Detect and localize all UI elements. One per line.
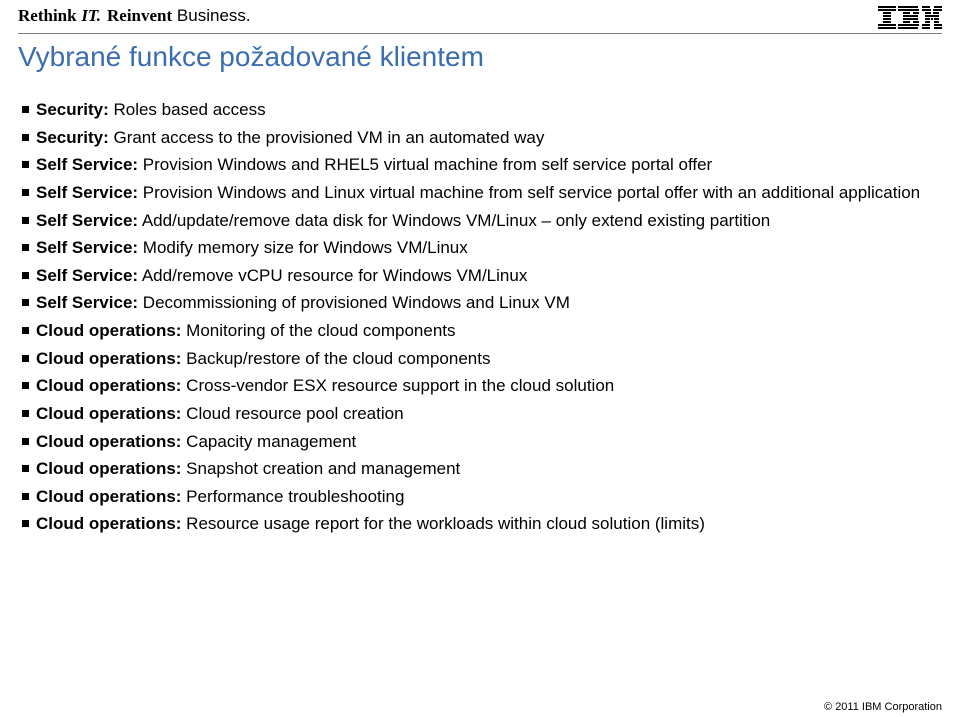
bullet-square-icon bbox=[22, 438, 29, 445]
list-item-rest: Grant access to the provisioned VM in an… bbox=[109, 128, 545, 147]
list-item-text: Cloud operations: Snapshot creation and … bbox=[36, 457, 932, 481]
list-item-lead: Self Service: bbox=[36, 293, 138, 312]
ibm-logo-icon bbox=[878, 6, 942, 30]
list-item: Self Service: Provision Windows and RHEL… bbox=[22, 153, 932, 177]
list-item-lead: Cloud operations: bbox=[36, 321, 181, 340]
list-item-rest: Modify memory size for Windows VM/Linux bbox=[138, 238, 468, 257]
list-item-lead: Cloud operations: bbox=[36, 487, 181, 506]
list-item: Self Service: Add/update/remove data dis… bbox=[22, 209, 932, 233]
list-item-lead: Self Service: bbox=[36, 211, 138, 230]
list-item-text: Security: Grant access to the provisione… bbox=[36, 126, 932, 150]
list-item-lead: Cloud operations: bbox=[36, 459, 181, 478]
list-item: Cloud operations: Monitoring of the clou… bbox=[22, 319, 932, 343]
bullet-square-icon bbox=[22, 493, 29, 500]
list-item-rest: Resource usage report for the workloads … bbox=[181, 514, 704, 533]
footer-copyright: © 2011 IBM Corporation bbox=[824, 701, 942, 713]
list-item: Security: Roles based access bbox=[22, 98, 932, 122]
list-item-text: Self Service: Decommissioning of provisi… bbox=[36, 291, 932, 315]
list-item-text: Cloud operations: Cloud resource pool cr… bbox=[36, 402, 932, 426]
list-item-text: Cloud operations: Cross-vendor ESX resou… bbox=[36, 374, 932, 398]
list-item: Cloud operations: Capacity management bbox=[22, 430, 932, 454]
list-item-lead: Self Service: bbox=[36, 155, 138, 174]
list-item-rest: Add/update/remove data disk for Windows … bbox=[138, 211, 770, 230]
list-item-lead: Cloud operations: bbox=[36, 432, 181, 451]
header-divider bbox=[18, 33, 942, 34]
list-item: Self Service: Modify memory size for Win… bbox=[22, 236, 932, 260]
list-item-text: Self Service: Provision Windows and Linu… bbox=[36, 181, 932, 205]
list-item-text: Cloud operations: Resource usage report … bbox=[36, 512, 932, 536]
bullet-square-icon bbox=[22, 189, 29, 196]
page-title: Vybrané funkce požadované klientem bbox=[18, 42, 920, 73]
list-item-text: Self Service: Modify memory size for Win… bbox=[36, 236, 932, 260]
list-item: Self Service: Add/remove vCPU resource f… bbox=[22, 264, 932, 288]
bullet-square-icon bbox=[22, 465, 29, 472]
bullet-square-icon bbox=[22, 355, 29, 362]
bullet-square-icon bbox=[22, 382, 29, 389]
bullet-square-icon bbox=[22, 161, 29, 168]
list-item-text: Self Service: Provision Windows and RHEL… bbox=[36, 153, 932, 177]
bullet-square-icon bbox=[22, 410, 29, 417]
bullet-square-icon bbox=[22, 134, 29, 141]
list-item-text: Cloud operations: Performance troublesho… bbox=[36, 485, 932, 509]
list-item-lead: Self Service: bbox=[36, 238, 138, 257]
list-item-rest: Add/remove vCPU resource for Windows VM/… bbox=[138, 266, 527, 285]
list-item-rest: Provision Windows and Linux virtual mach… bbox=[138, 183, 920, 202]
list-item-text: Cloud operations: Monitoring of the clou… bbox=[36, 319, 932, 343]
list-item: Security: Grant access to the provisione… bbox=[22, 126, 932, 150]
list-item: Cloud operations: Performance troublesho… bbox=[22, 485, 932, 509]
list-item-lead: Self Service: bbox=[36, 183, 138, 202]
list-item-lead: Self Service: bbox=[36, 266, 138, 285]
list-item-rest: Capacity management bbox=[181, 432, 356, 451]
list-item: Cloud operations: Cross-vendor ESX resou… bbox=[22, 374, 932, 398]
list-item-rest: Roles based access bbox=[109, 100, 266, 119]
list-item: Self Service: Provision Windows and Linu… bbox=[22, 181, 932, 205]
bullet-square-icon bbox=[22, 244, 29, 251]
bullet-square-icon bbox=[22, 520, 29, 527]
list-item-lead: Cloud operations: bbox=[36, 404, 181, 423]
list-item: Cloud operations: Resource usage report … bbox=[22, 512, 932, 536]
bullet-square-icon bbox=[22, 299, 29, 306]
list-item-text: Cloud operations: Backup/restore of the … bbox=[36, 347, 932, 371]
list-item-rest: Cross-vendor ESX resource support in the… bbox=[181, 376, 614, 395]
bullet-list: Security: Roles based accessSecurity: Gr… bbox=[22, 98, 932, 540]
list-item-lead: Security: bbox=[36, 100, 109, 119]
list-item-lead: Security: bbox=[36, 128, 109, 147]
list-item-rest: Snapshot creation and management bbox=[181, 459, 460, 478]
slide: Rethink IT. Reinvent Business. bbox=[0, 0, 960, 717]
list-item: Cloud operations: Backup/restore of the … bbox=[22, 347, 932, 371]
list-item-lead: Cloud operations: bbox=[36, 349, 181, 368]
list-item-rest: Cloud resource pool creation bbox=[181, 404, 403, 423]
bullet-square-icon bbox=[22, 327, 29, 334]
bullet-square-icon bbox=[22, 272, 29, 279]
list-item-text: Self Service: Add/remove vCPU resource f… bbox=[36, 264, 932, 288]
list-item-text: Security: Roles based access bbox=[36, 98, 932, 122]
list-item-rest: Monitoring of the cloud components bbox=[181, 321, 455, 340]
list-item-rest: Backup/restore of the cloud components bbox=[181, 349, 490, 368]
bullet-square-icon bbox=[22, 106, 29, 113]
list-item-rest: Performance troubleshooting bbox=[181, 487, 404, 506]
list-item-rest: Decommissioning of provisioned Windows a… bbox=[138, 293, 570, 312]
bullet-square-icon bbox=[22, 217, 29, 224]
list-item: Cloud operations: Snapshot creation and … bbox=[22, 457, 932, 481]
list-item: Self Service: Decommissioning of provisi… bbox=[22, 291, 932, 315]
tagline: Rethink IT. Reinvent Business. bbox=[18, 6, 251, 26]
list-item-lead: Cloud operations: bbox=[36, 376, 181, 395]
list-item: Cloud operations: Cloud resource pool cr… bbox=[22, 402, 932, 426]
list-item-text: Self Service: Add/update/remove data dis… bbox=[36, 209, 932, 233]
tagline-part1: Rethink IT. bbox=[18, 6, 101, 26]
list-item-lead: Cloud operations: bbox=[36, 514, 181, 533]
list-item-text: Cloud operations: Capacity management bbox=[36, 430, 932, 454]
list-item-rest: Provision Windows and RHEL5 virtual mach… bbox=[138, 155, 712, 174]
tagline-part2: Reinvent Business. bbox=[107, 6, 251, 26]
